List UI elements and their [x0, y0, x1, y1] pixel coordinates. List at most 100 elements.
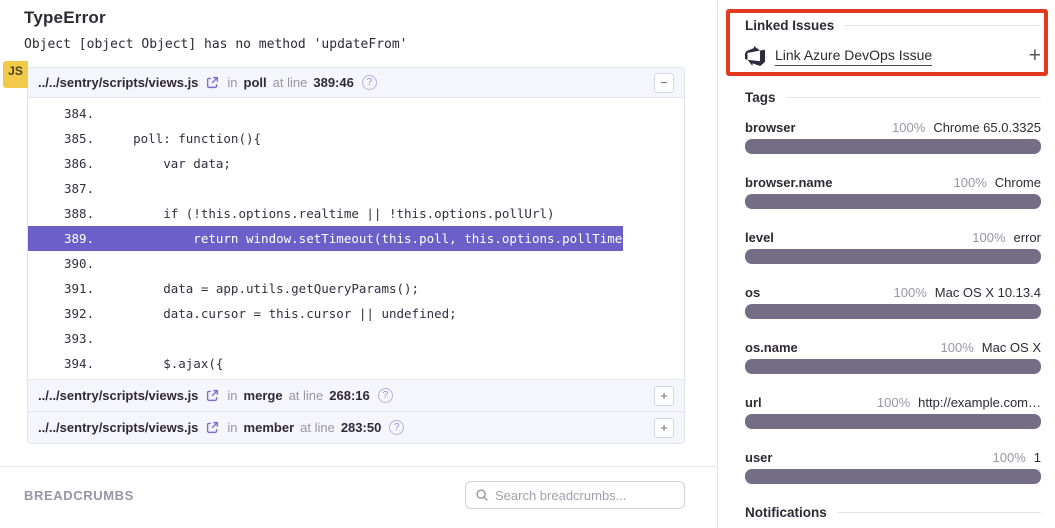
link-azure-devops-issue-link[interactable]: Link Azure DevOps Issue: [775, 47, 932, 66]
tag-item: user 100% 1: [745, 450, 1041, 484]
breadcrumbs-heading: BREADCRUMBS: [24, 488, 134, 503]
tag-distribution-bar[interactable]: [745, 414, 1041, 429]
frame-at-label: at line: [289, 388, 324, 403]
tag-value[interactable]: Mac OS X 10.13.4: [935, 285, 1041, 300]
source-code-block: 384. 385. poll: function(){ 386. var dat…: [28, 98, 684, 379]
help-icon[interactable]: ?: [389, 420, 404, 435]
frame-line-number: 283:50: [341, 420, 381, 435]
heading-rule: [786, 97, 1041, 98]
tag-distribution-bar[interactable]: [745, 139, 1041, 154]
tag-item: os.name 100% Mac OS X: [745, 340, 1041, 374]
link-azure-devops-row[interactable]: Link Azure DevOps Issue +: [745, 46, 1041, 66]
code-line: 391. data = app.utils.getQueryParams();: [28, 276, 684, 301]
frame-in-label: in: [227, 420, 237, 435]
tag-value[interactable]: Mac OS X: [982, 340, 1041, 355]
code-line: 390.: [28, 251, 684, 276]
tag-distribution-bar[interactable]: [745, 194, 1041, 209]
issue-detail-page: TypeError Object [object Object] has no …: [0, 0, 1055, 528]
external-link-icon[interactable]: [206, 76, 219, 89]
code-line: 393.: [28, 326, 684, 351]
code-line: 394. $.ajax({: [28, 351, 684, 376]
tag-value[interactable]: Chrome 65.0.3325: [933, 120, 1041, 135]
tag-item: browser.name 100% Chrome: [745, 175, 1041, 209]
tag-value[interactable]: error: [1014, 230, 1041, 245]
tag-value[interactable]: Chrome: [995, 175, 1041, 190]
code-line: 388. if (!this.options.realtime || !this…: [28, 201, 684, 226]
error-message: Object [object Object] has no method 'up…: [24, 37, 717, 52]
breadcrumbs-section: BREADCRUMBS: [24, 481, 685, 509]
sidebar: Linked Issues Link Azure DevOps Issue + …: [718, 0, 1055, 528]
stack-frame-header[interactable]: ../../sentry/scripts/views.js in poll at…: [28, 68, 684, 98]
code-line-highlighted: 389. return window.setTimeout(this.poll,…: [28, 226, 623, 251]
notifications-heading: Notifications: [745, 505, 1041, 520]
azure-devops-icon: [745, 46, 765, 66]
frame-in-label: in: [227, 388, 237, 403]
stack-trace: JS ../../sentry/scripts/views.js in poll…: [27, 67, 685, 444]
tag-item: url 100% http://example.com…: [745, 395, 1041, 429]
js-platform-badge: JS: [3, 61, 28, 88]
tag-value[interactable]: http://example.com…: [918, 395, 1041, 410]
frame-file-path[interactable]: ../../sentry/scripts/views.js: [38, 75, 198, 90]
tag-key[interactable]: user: [745, 450, 772, 465]
heading-rule: [837, 512, 1041, 513]
tag-key[interactable]: level: [745, 230, 774, 245]
tag-key[interactable]: os.name: [745, 340, 798, 355]
frame-line-number: 389:46: [313, 75, 353, 90]
heading-rule: [844, 25, 1041, 26]
notifications-section: Notifications: [745, 505, 1041, 520]
tag-key[interactable]: browser.name: [745, 175, 832, 190]
expand-frame-button[interactable]: +: [654, 418, 674, 438]
frame-at-label: at line: [273, 75, 308, 90]
tag-item: os 100% Mac OS X 10.13.4: [745, 285, 1041, 319]
expand-frame-button[interactable]: +: [654, 386, 674, 406]
stack-frame-header[interactable]: ../../sentry/scripts/views.js in member …: [28, 411, 684, 443]
tag-distribution-bar[interactable]: [745, 359, 1041, 374]
tag-distribution-bar[interactable]: [745, 469, 1041, 484]
tag-item: level 100% error: [745, 230, 1041, 264]
stack-frame-header[interactable]: ../../sentry/scripts/views.js in merge a…: [28, 379, 684, 411]
frame-in-label: in: [227, 75, 237, 90]
add-linked-issue-button[interactable]: +: [1029, 46, 1041, 66]
section-divider: [0, 466, 718, 467]
code-line: 392. data.cursor = this.cursor || undefi…: [28, 301, 684, 326]
tag-item: browser 100% Chrome 65.0.3325: [745, 120, 1041, 154]
help-icon[interactable]: ?: [362, 75, 377, 90]
search-icon: [475, 488, 489, 502]
code-line: 387.: [28, 176, 684, 201]
main-column: TypeError Object [object Object] has no …: [0, 0, 718, 528]
tag-value[interactable]: 1: [1034, 450, 1041, 465]
frame-file-path[interactable]: ../../sentry/scripts/views.js: [38, 420, 198, 435]
error-title: TypeError: [24, 8, 717, 28]
tag-percent: 100%: [877, 395, 910, 410]
external-link-icon[interactable]: [206, 421, 219, 434]
tags-heading: Tags: [745, 90, 1041, 105]
tag-percent: 100%: [941, 340, 974, 355]
tag-distribution-bar[interactable]: [745, 249, 1041, 264]
help-icon[interactable]: ?: [378, 388, 393, 403]
code-line: 385. poll: function(){: [28, 126, 684, 151]
code-line: 384.: [28, 101, 684, 126]
tag-percent: 100%: [894, 285, 927, 300]
linked-issues-heading: Linked Issues: [745, 18, 1041, 33]
tags-section: Tags browser 100% Chrome 65.0.3325 brows…: [745, 90, 1041, 484]
tag-percent: 100%: [972, 230, 1005, 245]
tag-percent: 100%: [892, 120, 925, 135]
frame-file-path[interactable]: ../../sentry/scripts/views.js: [38, 388, 198, 403]
tag-key[interactable]: browser: [745, 120, 796, 135]
frame-line-number: 268:16: [329, 388, 369, 403]
frame-function: member: [244, 420, 295, 435]
tag-distribution-bar[interactable]: [745, 304, 1041, 319]
code-line: 386. var data;: [28, 151, 684, 176]
tag-key[interactable]: os: [745, 285, 760, 300]
tag-key[interactable]: url: [745, 395, 762, 410]
frame-function: poll: [244, 75, 267, 90]
frame-at-label: at line: [300, 420, 335, 435]
tag-percent: 100%: [954, 175, 987, 190]
tag-percent: 100%: [993, 450, 1026, 465]
collapse-frame-button[interactable]: −: [654, 73, 674, 93]
search-input[interactable]: [495, 488, 675, 503]
external-link-icon[interactable]: [206, 389, 219, 402]
breadcrumbs-search[interactable]: [465, 481, 685, 509]
frame-function: merge: [244, 388, 283, 403]
linked-issues-section: Linked Issues Link Azure DevOps Issue +: [745, 18, 1041, 66]
